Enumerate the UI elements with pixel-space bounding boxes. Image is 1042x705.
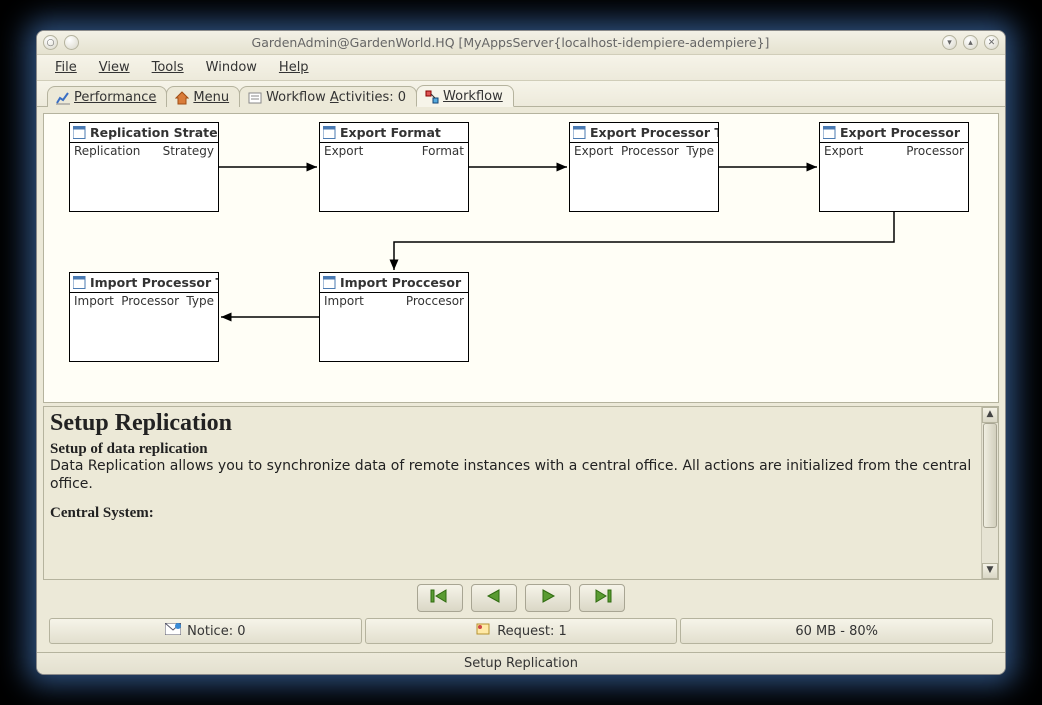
content-pane: Replication Strate Replication Strategy Ex…: [37, 107, 1005, 652]
nav-last-button[interactable]: [579, 584, 625, 612]
status-notice-label: Notice: 0: [187, 624, 245, 639]
last-icon: [592, 588, 612, 608]
workflow-node-title: Export Processor T: [590, 125, 718, 140]
workflow-node-title: Replication Strate: [90, 125, 218, 140]
menu-tools[interactable]: Tools: [142, 57, 194, 78]
desc-subtitle: Setup of data replication: [50, 441, 975, 458]
workflow-node-desc: Replication Strategy: [70, 143, 218, 211]
maximize-button[interactable]: ▴: [963, 35, 978, 50]
menubar: File View Tools Window Help: [37, 55, 1005, 81]
window-icon: [73, 126, 86, 139]
nav-first-button[interactable]: [417, 584, 463, 612]
workflow-node-header: Export Processor T: [570, 123, 718, 143]
workflow-node-desc: Export Processor: [820, 143, 968, 211]
workflow-node-desc: Import Proccesor: [320, 293, 468, 361]
workflow-node-export-processor-type[interactable]: Export Processor T Export Processor Type: [569, 122, 719, 212]
workflow-node-rep-strategy[interactable]: Replication Strate Replication Strategy: [69, 122, 219, 212]
workflow-node-export-processor[interactable]: Export Processor Export Processor: [819, 122, 969, 212]
status-row: Notice: 0 Request: 1 60 MB - 80%: [43, 616, 999, 646]
workflow-node-export-format[interactable]: Export Format Export Format: [319, 122, 469, 212]
minimize-button[interactable]: ▾: [942, 35, 957, 50]
workflow-node-header: Export Processor: [820, 123, 968, 143]
tab-workflow[interactable]: Workflow: [416, 85, 514, 107]
workflow-node-desc: Export Processor Type: [570, 143, 718, 211]
window-icon: [823, 126, 836, 139]
menu-help[interactable]: Help: [269, 57, 319, 78]
workflow-node-import-processor-type[interactable]: Import Processor T Import Processor Type: [69, 272, 219, 362]
next-icon: [538, 588, 558, 608]
window-icon: [323, 126, 336, 139]
tab-workflow-activities[interactable]: Workflow Activities: 0: [239, 86, 417, 107]
menu-window[interactable]: Window: [196, 57, 267, 78]
nav-next-button[interactable]: [525, 584, 571, 612]
window-title: GardenAdmin@GardenWorld.HQ [MyAppsServer…: [79, 35, 942, 50]
home-icon: [175, 91, 189, 105]
tabbar: Performance Menu Workflow Activities: 0 …: [37, 81, 1005, 107]
description-text: Setup Replication Setup of data replicat…: [44, 407, 981, 579]
workflow-node-header: Export Format: [320, 123, 468, 143]
nav-prev-button[interactable]: [471, 584, 517, 612]
chart-icon: [56, 91, 70, 105]
workflow-node-title: Import Proccesor: [340, 275, 461, 290]
status-notice[interactable]: Notice: 0: [49, 618, 362, 644]
list-icon: [248, 91, 262, 105]
status-request-label: Request: 1: [497, 624, 567, 639]
menu-view[interactable]: View: [89, 57, 140, 78]
tab-menu[interactable]: Menu: [166, 86, 240, 107]
window-icon: [73, 276, 86, 289]
status-request[interactable]: Request: 1: [365, 618, 678, 644]
scroll-thumb[interactable]: [983, 423, 997, 528]
workflow-node-import-proccesor[interactable]: Import Proccesor Import Proccesor: [319, 272, 469, 362]
status-memory-label: 60 MB - 80%: [795, 624, 878, 639]
tab-performance-label: Performance: [74, 90, 156, 105]
workflow-node-title: Export Format: [340, 125, 441, 140]
menu-file[interactable]: File: [45, 57, 87, 78]
tab-activities-label: Workflow Activities: 0: [266, 90, 406, 105]
close-button[interactable]: ✕: [984, 35, 999, 50]
workflow-icon: [425, 90, 439, 104]
workflow-node-title: Export Processor: [840, 125, 960, 140]
prev-icon: [484, 588, 504, 608]
workflow-node-desc: Export Format: [320, 143, 468, 211]
first-icon: [430, 588, 450, 608]
mail-icon: [165, 623, 181, 639]
scroll-up-button[interactable]: ▲: [982, 407, 998, 423]
tab-menu-label: Menu: [193, 90, 229, 105]
description-panel: Setup Replication Setup of data replicat…: [43, 406, 999, 580]
window-icon: [323, 276, 336, 289]
app-window: ○ GardenAdmin@GardenWorld.HQ [MyAppsServ…: [36, 30, 1006, 675]
workflow-node-title: Import Processor T: [90, 275, 218, 290]
request-icon: [475, 622, 491, 640]
status-memory: 60 MB - 80%: [680, 618, 993, 644]
workflow-node-header: Replication Strate: [70, 123, 218, 143]
bottom-status-label: Setup Replication: [464, 656, 578, 671]
desc-title: Setup Replication: [50, 410, 975, 437]
scrollbar[interactable]: ▲ ▼: [981, 407, 998, 579]
workflow-node-header: Import Proccesor: [320, 273, 468, 293]
desc-section2: Central System:: [50, 505, 975, 522]
window-icon: [573, 126, 586, 139]
window-shade-button[interactable]: [64, 35, 79, 50]
window-menu-button[interactable]: ○: [43, 35, 58, 50]
tab-workflow-label: Workflow: [443, 89, 503, 104]
workflow-canvas[interactable]: Replication Strate Replication Strategy Ex…: [43, 113, 999, 403]
tab-performance[interactable]: Performance: [47, 86, 167, 107]
titlebar: ○ GardenAdmin@GardenWorld.HQ [MyAppsServ…: [37, 31, 1005, 55]
workflow-node-desc: Import Processor Type: [70, 293, 218, 361]
bottom-status-bar: Setup Replication: [37, 652, 1005, 674]
desc-body: Data Replication allows you to synchroni…: [50, 458, 975, 493]
workflow-node-header: Import Processor T: [70, 273, 218, 293]
nav-buttons: [43, 580, 999, 616]
scroll-down-button[interactable]: ▼: [982, 563, 998, 579]
